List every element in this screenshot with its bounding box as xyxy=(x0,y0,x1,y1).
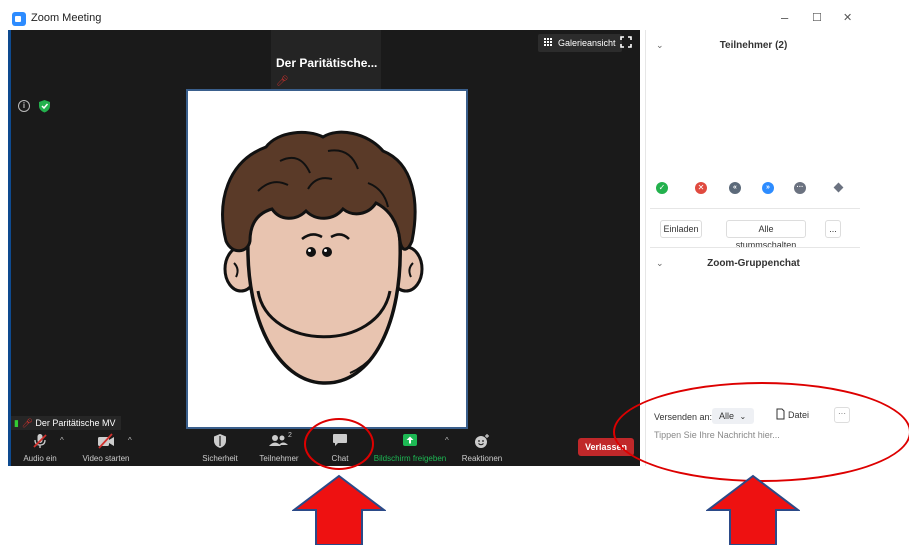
window-title: Zoom Meeting xyxy=(31,12,102,24)
slower-icon[interactable]: « xyxy=(729,182,741,194)
security-button[interactable]: Sicherheit xyxy=(198,430,242,466)
chat-highlight-oval xyxy=(304,418,374,470)
share-screen-label: Bildschirm freigeben xyxy=(373,454,447,463)
security-label: Sicherheit xyxy=(202,454,238,463)
share-screen-button[interactable]: Bildschirm freigeben xyxy=(368,430,452,466)
muted-microphone-icon xyxy=(33,434,47,448)
invite-button[interactable]: Einladen xyxy=(660,220,702,238)
zoom-app-icon xyxy=(12,12,26,26)
more-options-icon[interactable]: ··· xyxy=(794,182,806,194)
yes-icon[interactable]: ✓ xyxy=(656,182,668,194)
window-edge-strip xyxy=(8,30,11,466)
gallery-view-label: Galerieansicht xyxy=(558,38,616,48)
video-options-caret[interactable]: ^ xyxy=(128,436,132,445)
participants-more-button[interactable]: ... xyxy=(825,220,841,238)
chat-title: Zoom-Gruppenchat xyxy=(707,258,800,269)
grid-icon xyxy=(544,38,553,47)
audio-options-caret[interactable]: ^ xyxy=(60,436,64,445)
participants-count: 2 xyxy=(288,432,292,439)
thumbnail-name: Der Paritätische... xyxy=(276,56,378,70)
encryption-shield-icon[interactable] xyxy=(38,99,51,113)
minimize-button[interactable]: – xyxy=(781,8,788,28)
muted-mic-icon: 🎤︎ xyxy=(276,76,289,87)
video-label: Video starten xyxy=(82,454,130,463)
participant-name-label: ▮ 🎤︎ Der Paritätische MV xyxy=(8,416,122,430)
shared-screen-content xyxy=(186,89,468,429)
name-label-text: Der Paritätische MV xyxy=(35,418,116,428)
mute-all-button[interactable]: Alle stummschalten xyxy=(726,220,806,250)
signal-icon: ▮ xyxy=(14,418,19,428)
faster-icon[interactable]: » xyxy=(762,182,774,194)
fullscreen-icon[interactable] xyxy=(620,36,632,48)
participants-button[interactable]: 2 Teilnehmer xyxy=(254,430,304,466)
maximize-button[interactable]: ☐ xyxy=(812,8,822,28)
participants-title: Teilnehmer (2) xyxy=(719,40,788,51)
panel-divider-line xyxy=(650,208,860,209)
share-options-caret[interactable]: ^ xyxy=(445,436,449,445)
share-screen-icon xyxy=(403,434,417,446)
audio-button[interactable]: Audio ein xyxy=(18,430,62,466)
red-arrow-up-icon xyxy=(292,474,386,545)
no-icon[interactable]: ✕ xyxy=(695,182,707,194)
panel-divider-line xyxy=(650,247,860,248)
reactions-smiley-icon xyxy=(475,434,489,448)
audio-label: Audio ein xyxy=(23,454,57,463)
participants-label: Teilnehmer xyxy=(259,454,299,463)
info-icon[interactable]: i xyxy=(18,100,30,112)
meeting-video-area: Der Paritätische... 🎤︎ Galerieansicht i xyxy=(8,30,640,466)
reactions-button[interactable]: Reaktionen xyxy=(458,430,506,466)
title-bar: Zoom Meeting xyxy=(8,8,648,30)
reactions-label: Reaktionen xyxy=(461,454,503,463)
video-off-icon xyxy=(98,433,114,449)
cartoon-face-image xyxy=(221,130,424,385)
clear-eraser-icon[interactable] xyxy=(832,181,845,194)
close-button[interactable]: ✕ xyxy=(843,8,852,28)
chat-input-highlight-oval xyxy=(613,382,909,482)
red-arrow-up-icon xyxy=(706,474,800,545)
gallery-view-button[interactable]: Galerieansicht xyxy=(538,34,622,52)
participants-icon xyxy=(269,435,288,446)
muted-mic-icon: 🎤︎ xyxy=(21,418,33,428)
security-shield-icon xyxy=(214,434,226,448)
